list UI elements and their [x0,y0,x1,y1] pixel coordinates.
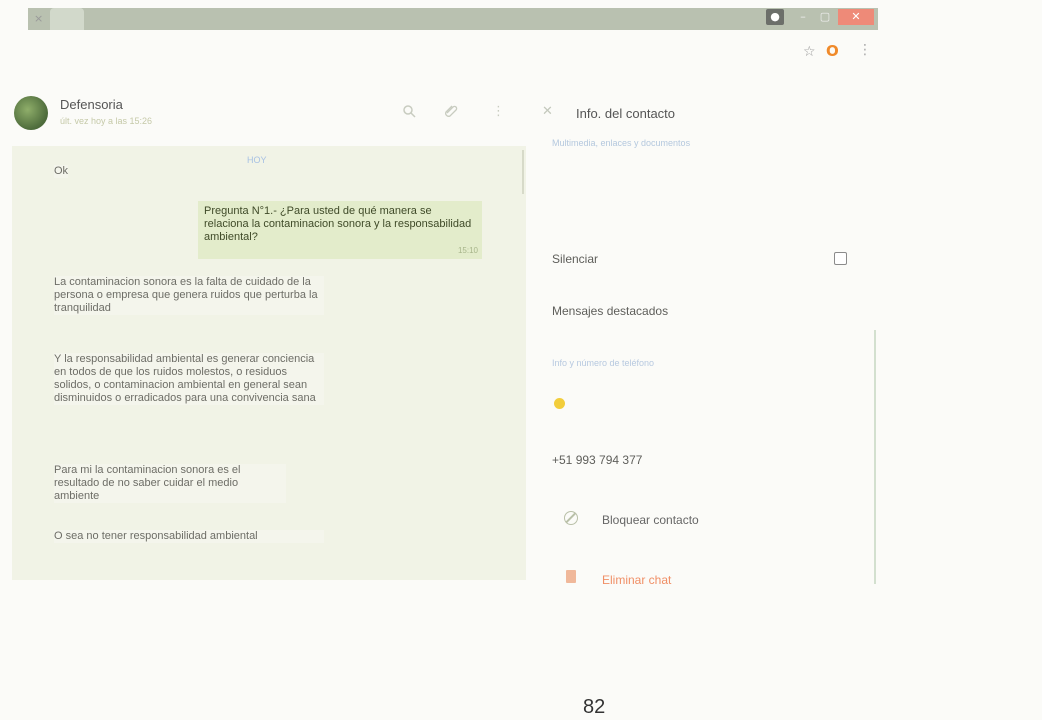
minimize-icon[interactable]: – [796,9,810,25]
contact-avatar[interactable] [14,96,48,130]
delete-chat-button[interactable]: Eliminar chat [602,573,671,587]
mute-checkbox[interactable] [834,252,847,265]
message-incoming[interactable]: Y la responsabilidad ambiental es genera… [54,353,324,405]
panel-title: Info. del contacto [576,106,676,121]
block-contact-button[interactable]: Bloquear contacto [602,513,699,527]
page-number: 82 [583,696,606,718]
browser-titlebar [28,8,878,30]
message-incoming[interactable]: La contaminacion sonora es la falta de c… [54,276,324,315]
chat-scrollbar[interactable] [522,150,524,194]
browser-menu-icon[interactable]: ⋮ [858,42,872,58]
phone-number: +51 993 794 377 [552,453,643,467]
chat-menu-icon[interactable]: ⋮ [492,104,505,119]
user-profile-icon[interactable]: ● [766,9,784,25]
trash-icon [566,570,576,583]
message-time: 15:10 [457,246,478,255]
window-close-icon[interactable]: ✕ [838,9,874,25]
message-text: Y la responsabilidad ambiental es genera… [54,353,316,404]
attach-icon[interactable] [444,104,458,122]
message-text: Ok [54,165,69,177]
message-text: Pregunta N°1.- ¿Para usted de qué manera… [204,205,472,243]
message-incoming[interactable]: O sea no tener responsabilidad ambiental [54,530,324,543]
emoji-icon [554,398,565,409]
tab-close-icon[interactable]: × [34,12,43,25]
mute-label: Silenciar [552,252,599,266]
message-text: Para mi la contaminacion sonora es el re… [54,464,241,502]
message-text: O sea no tener responsabilidad ambiental [54,530,258,542]
maximize-icon[interactable]: ▢ [818,9,832,25]
about-and-phone-heading: Info y número de teléfono [552,358,655,368]
close-icon[interactable]: ✕ [542,104,553,119]
opera-icon[interactable]: O [826,42,839,60]
block-icon [564,511,578,525]
panel-scrollbar[interactable] [874,330,876,584]
search-icon[interactable] [402,104,416,122]
browser-tab[interactable] [50,8,84,30]
message-incoming[interactable]: Para mi la contaminacion sonora es el re… [54,464,286,503]
message-incoming[interactable]: Ok [54,165,69,178]
message-text: La contaminacion sonora es la falta de c… [54,276,318,314]
media-links-docs-link[interactable]: Multimedia, enlaces y documentos [552,138,690,148]
bookmark-star-icon[interactable]: ☆ [803,44,816,60]
message-outgoing[interactable]: Pregunta N°1.- ¿Para usted de qué manera… [198,201,482,259]
contact-name[interactable]: Defensoria [60,97,123,112]
starred-messages-item[interactable]: Mensajes destacados [552,304,668,318]
date-divider: HOY [247,155,267,165]
contact-last-seen: últ. vez hoy a las 15:26 [60,116,153,126]
